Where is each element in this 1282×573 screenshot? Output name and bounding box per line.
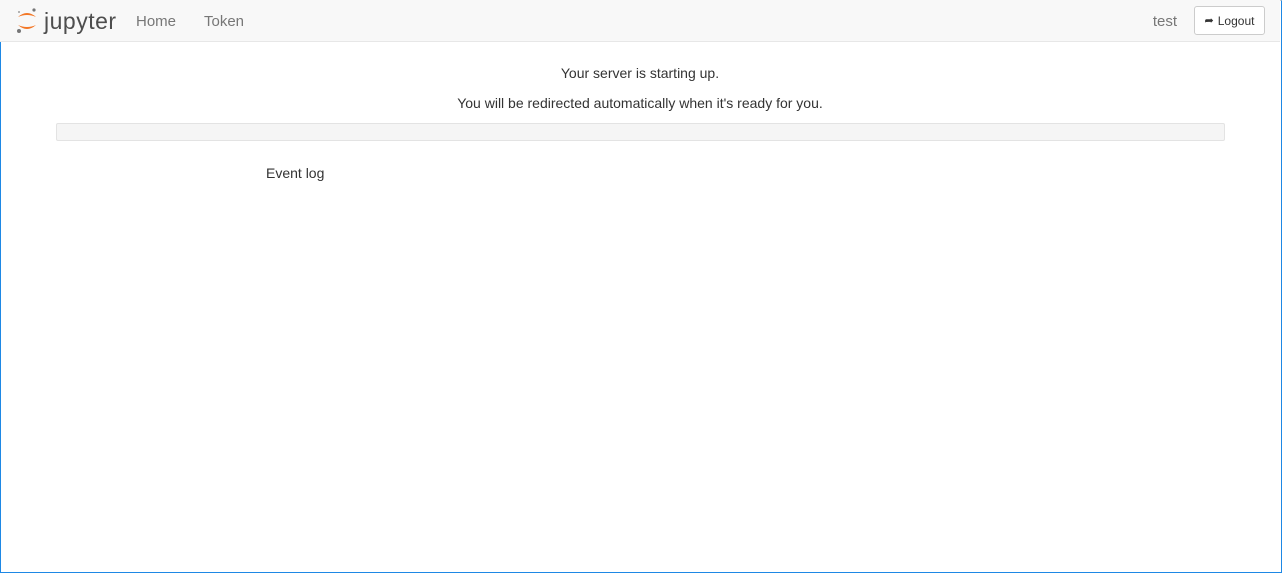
- logout-button[interactable]: ➦ Logout: [1194, 6, 1265, 35]
- progress-bar: [56, 123, 1225, 141]
- logo-text: jupyter: [44, 7, 117, 34]
- event-log-toggle[interactable]: Event log: [266, 165, 324, 181]
- sign-out-icon: ➦: [1204, 15, 1214, 27]
- redirect-message: You will be redirected automatically whe…: [457, 95, 823, 111]
- jupyter-logo-icon: [17, 8, 36, 33]
- logout-label: Logout: [1217, 13, 1255, 28]
- jupyter-logo[interactable]: jupyter: [15, 7, 117, 35]
- nav-home[interactable]: Home: [136, 13, 176, 30]
- status-message: Your server is starting up.: [560, 65, 720, 81]
- browser-frame: [0, 0, 1282, 573]
- nav-token[interactable]: Token: [204, 13, 244, 30]
- username: test: [1152, 13, 1177, 30]
- navbar: jupyter Home Token test ➦ Logout: [0, 0, 1280, 42]
